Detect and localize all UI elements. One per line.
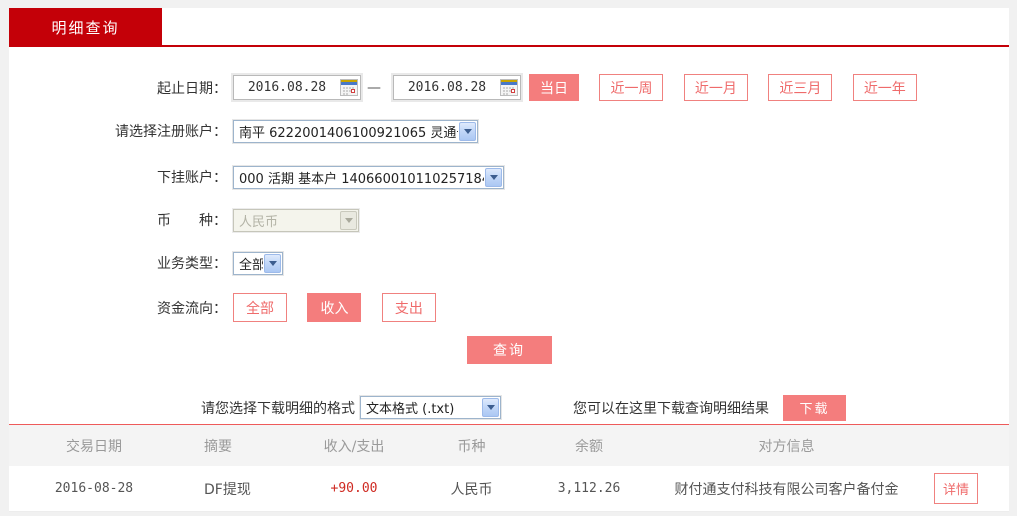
- quick-range-year-button[interactable]: 近一年: [852, 74, 917, 101]
- detail-query-page: 明细查询 起止日期： 2016.08.28 — 2016.08.28 当日 近一…: [0, 0, 1017, 516]
- calendar-icon[interactable]: [500, 79, 518, 96]
- chevron-down-icon[interactable]: [485, 167, 502, 187]
- chevron-down-icon[interactable]: [264, 253, 281, 273]
- date-range-separator: —: [367, 79, 381, 96]
- cell-summary: DF提现: [204, 481, 251, 498]
- quick-range-week-button[interactable]: 近一周: [599, 74, 664, 101]
- fund-flow-row: 资金流向： 全部 收入 支出: [9, 292, 1009, 323]
- query-form: 起止日期： 2016.08.28 — 2016.08.28 当日 近一周 近一月…: [9, 47, 1009, 425]
- cell-balance: 3,112.26: [557, 481, 621, 496]
- results-table-header: 交易日期 摘要 收入/支出 币种 余额 对方信息: [9, 425, 1009, 466]
- registered-account-value: 南平 6222001406100921065 灵通卡: [239, 125, 458, 141]
- business-type-select[interactable]: 全部: [233, 251, 283, 275]
- start-date-value[interactable]: 2016.08.28: [234, 80, 340, 95]
- sub-account-label: 下挂账户：: [157, 170, 227, 186]
- start-date-input[interactable]: 2016.08.28: [233, 75, 361, 100]
- table-row: 2016-08-28 DF提现 +90.00 人民币 3,112.26 财付通支…: [9, 466, 1009, 512]
- download-format-label: 请您选择下载明细的格式: [201, 400, 355, 417]
- chevron-down-icon: [340, 210, 357, 230]
- end-date-value[interactable]: 2016.08.28: [394, 80, 500, 95]
- download-row: 请您选择下载明细的格式 文本格式 (.txt) 您可以在这里下载查询明细结果 下…: [201, 394, 1009, 421]
- currency-value: 人民币: [239, 214, 279, 230]
- fund-flow-label: 资金流向：: [157, 300, 227, 317]
- detail-button[interactable]: 详情: [934, 473, 979, 504]
- tab-strip: 明细查询: [9, 8, 1009, 47]
- cell-action: 详情: [924, 473, 1009, 504]
- tab-detail-query[interactable]: 明细查询: [9, 8, 162, 47]
- header-currency: 币种: [457, 438, 486, 455]
- currency-row: 币 种： 人民币: [9, 208, 1009, 232]
- sub-account-select[interactable]: 000 活期 基本户 1406600101102571848: [233, 165, 504, 189]
- sub-account-value: 000 活期 基本户 1406600101102571848: [239, 171, 484, 187]
- date-range-row: 起止日期： 2016.08.28 — 2016.08.28 当日 近一周 近一月…: [9, 73, 1009, 102]
- query-button[interactable]: 查询: [466, 336, 552, 364]
- download-format-value: 文本格式 (.txt): [366, 402, 455, 417]
- header-balance: 余额: [575, 438, 603, 455]
- cell-counterparty: 财付通支付科技有限公司客户备付金: [674, 481, 899, 498]
- business-type-value: 全部: [239, 257, 263, 273]
- registered-account-select[interactable]: 南平 6222001406100921065 灵通卡: [233, 119, 478, 143]
- quick-range-month-button[interactable]: 近一月: [683, 74, 748, 101]
- header-income-expense: 收入/支出: [323, 438, 385, 455]
- main-panel: 明细查询 起止日期： 2016.08.28 — 2016.08.28 当日 近一…: [9, 8, 1009, 425]
- registered-account-label: 请选择注册账户：: [115, 124, 227, 140]
- download-button[interactable]: 下载: [783, 394, 846, 421]
- currency-label: 币 种：: [157, 213, 227, 229]
- date-range-label: 起止日期：: [157, 80, 227, 97]
- download-format-select[interactable]: 文本格式 (.txt): [360, 396, 501, 419]
- fund-flow-expense-button[interactable]: 支出: [381, 293, 436, 322]
- business-type-row: 业务类型： 全部: [9, 251, 1009, 275]
- end-date-input[interactable]: 2016.08.28: [393, 75, 521, 100]
- fund-flow-income-button[interactable]: 收入: [307, 293, 362, 322]
- query-button-row: 查询: [9, 336, 1009, 364]
- quick-range-today-button[interactable]: 当日: [529, 74, 579, 101]
- registered-account-row: 请选择注册账户： 南平 6222001406100921065 灵通卡: [9, 119, 1009, 143]
- cell-amount: +90.00: [330, 481, 378, 496]
- header-counterparty: 对方信息: [758, 438, 815, 455]
- quick-range-buttons: 当日 近一周 近一月 近三月 近一年: [521, 74, 917, 101]
- currency-select: 人民币: [233, 208, 359, 232]
- fund-flow-buttons: 全部 收入 支出: [227, 293, 436, 322]
- fund-flow-all-button[interactable]: 全部: [233, 293, 287, 322]
- chevron-down-icon[interactable]: [482, 398, 499, 417]
- download-hint: 您可以在这里下载查询明细结果: [573, 400, 769, 417]
- business-type-label: 业务类型：: [157, 256, 227, 272]
- top-margin: [0, 0, 1017, 8]
- quick-range-3months-button[interactable]: 近三月: [768, 74, 833, 101]
- header-summary: 摘要: [204, 438, 232, 455]
- sub-account-row: 下挂账户： 000 活期 基本户 1406600101102571848: [9, 165, 1009, 189]
- cell-currency: 人民币: [450, 481, 493, 498]
- cell-transaction-date: 2016-08-28: [54, 481, 134, 496]
- header-transaction-date: 交易日期: [66, 438, 122, 455]
- calendar-icon[interactable]: [340, 79, 358, 96]
- chevron-down-icon[interactable]: [459, 121, 476, 141]
